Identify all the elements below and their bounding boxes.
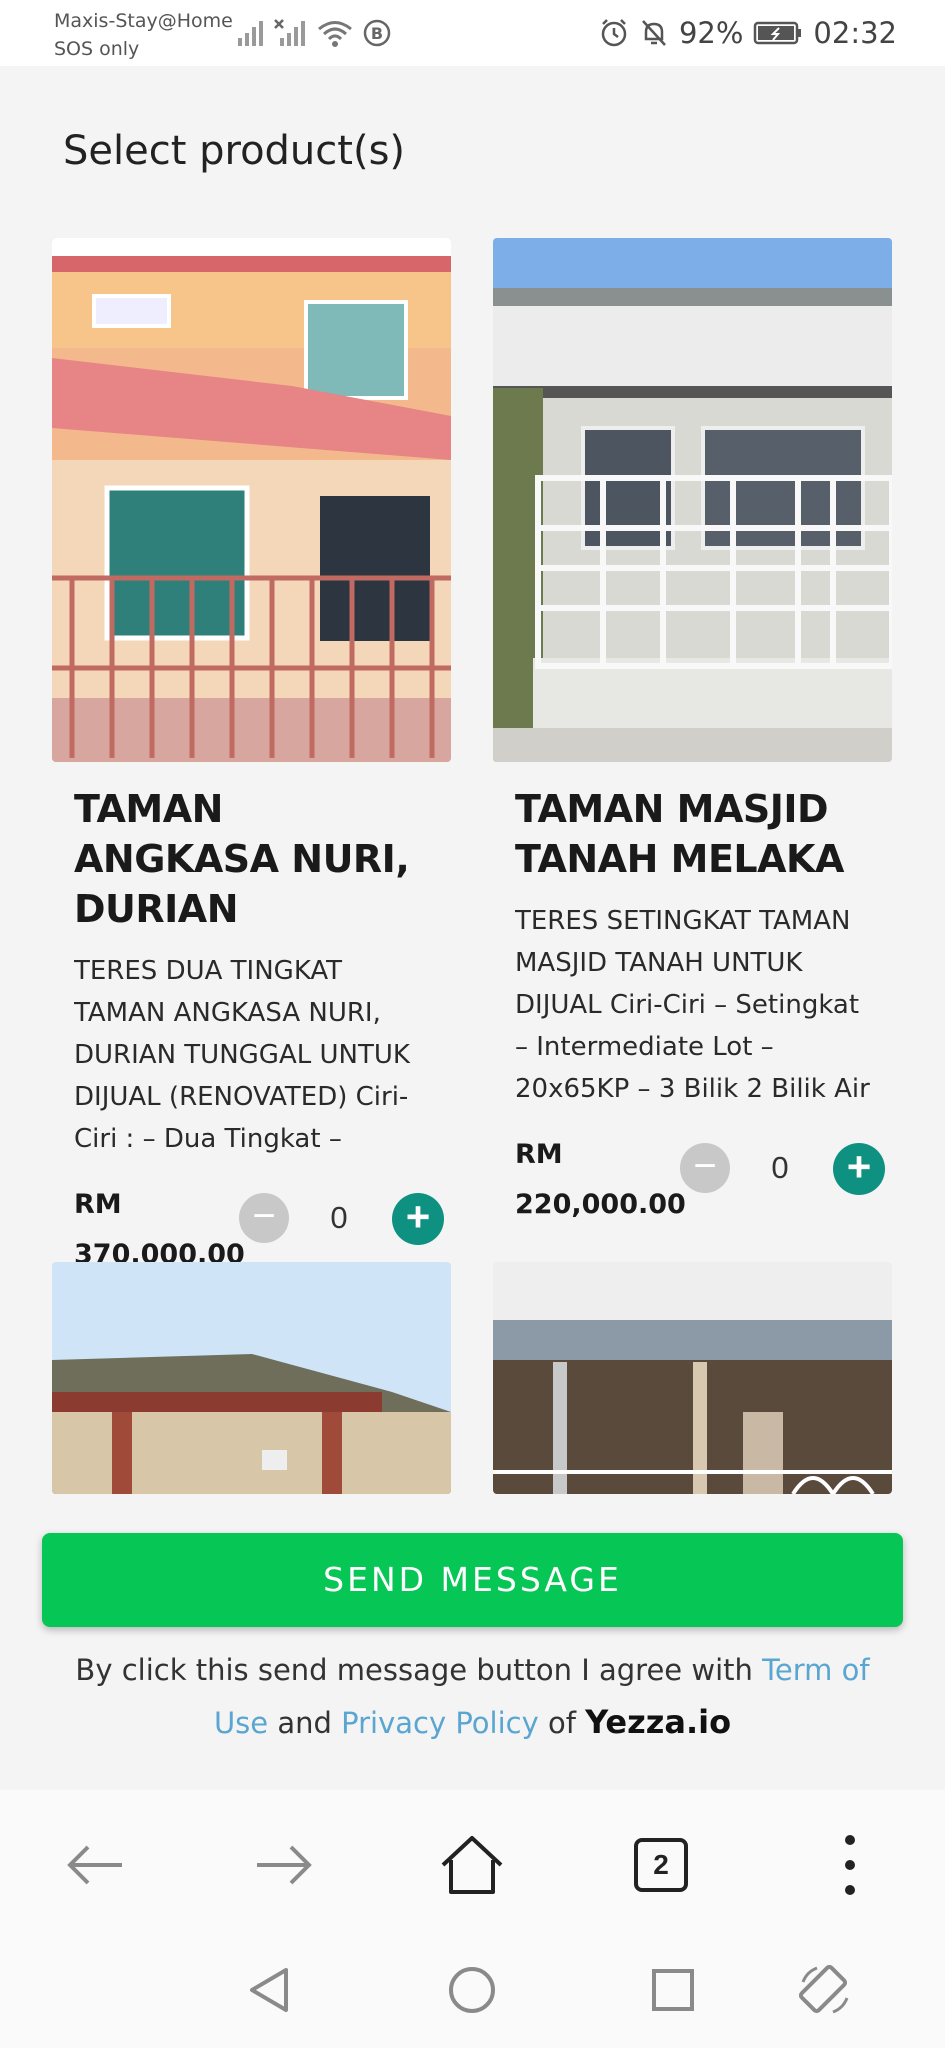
product-card[interactable]: TAMAN ANGKASA NURI, DURIAN TERES DUA TIN… — [52, 238, 451, 1270]
home-icon[interactable] — [437, 1830, 507, 1900]
carrier-status: SOS only — [54, 38, 140, 60]
rotate-icon[interactable] — [795, 1960, 855, 2020]
more-vert-icon[interactable] — [815, 1830, 885, 1900]
product-image[interactable] — [493, 238, 892, 762]
product-price: RM 220,000.00 — [515, 1130, 686, 1230]
nav-home-icon[interactable] — [442, 1960, 502, 2020]
system-navigation-bar — [0, 1938, 945, 2048]
main-content[interactable]: Select product(s) TAMAN ANGKASA NURI, DU… — [0, 66, 945, 1790]
carrier-info: Maxis-Stay@Home SOS only — [54, 7, 233, 63]
send-message-button[interactable]: SEND MESSAGE — [42, 1533, 903, 1627]
product-card[interactable]: TAMAN MASJID TANAH MELAKA TERES SETINGKA… — [493, 238, 892, 1220]
page-title: Select product(s) — [63, 128, 406, 174]
nav-back-icon[interactable] — [240, 1960, 300, 2020]
product-image[interactable] — [52, 238, 451, 762]
browser-toolbar: 2 — [0, 1790, 945, 1938]
quantity-value: 0 — [771, 1150, 789, 1185]
tab-count: 2 — [653, 1849, 669, 1880]
product-name[interactable]: TAMAN MASJID TANAH MELAKA — [515, 784, 870, 884]
bluetooth-b-icon: B — [363, 19, 391, 47]
consent-and: and — [268, 1706, 342, 1740]
carrier-name: Maxis-Stay@Home — [54, 10, 233, 32]
price-currency: RM — [515, 1139, 563, 1170]
battery-percent: 92% — [678, 16, 744, 50]
brand-name: Yezza.io — [585, 1703, 732, 1741]
quantity-decrease-button[interactable]: − — [239, 1193, 289, 1243]
consent-text: By click this send message button I agre… — [50, 1644, 895, 1749]
price-value: 220,000.00 — [515, 1189, 686, 1220]
quantity-increase-button[interactable]: + — [392, 1193, 444, 1245]
wifi-icon — [318, 21, 352, 47]
tabs-button[interactable]: 2 — [626, 1830, 696, 1900]
consent-prefix: By click this send message button I agre… — [75, 1653, 763, 1687]
signal-no-sim-icon — [274, 19, 305, 46]
status-bar: Maxis-Stay@Home SOS only B 92% 02:32 — [0, 0, 945, 66]
quantity-increase-button[interactable]: + — [833, 1143, 885, 1195]
consent-of: of — [538, 1706, 586, 1740]
signal-icons: B — [236, 16, 392, 50]
nav-recents-icon[interactable] — [643, 1960, 703, 2020]
forward-arrow-icon[interactable] — [249, 1830, 319, 1900]
svg-text:B: B — [371, 24, 383, 43]
quantity-value: 0 — [330, 1200, 348, 1235]
mute-icon — [642, 20, 666, 46]
product-name[interactable]: TAMAN ANGKASA NURI, DURIAN — [74, 784, 429, 934]
alarm-icon — [601, 19, 627, 47]
back-arrow-icon[interactable] — [60, 1830, 130, 1900]
product-description: TERES DUA TINGKAT TAMAN ANGKASA NURI, DU… — [74, 956, 410, 1154]
clock: 02:32 — [813, 16, 897, 50]
product-description: TERES SETINGKAT TAMAN MASJID TANAH UNTUK… — [515, 906, 870, 1104]
battery-icon — [754, 21, 802, 45]
status-right: 92% 02:32 — [599, 14, 897, 52]
price-row: RM 220,000.00 − 0 + — [515, 1120, 885, 1220]
privacy-policy-link[interactable]: Privacy Policy — [341, 1706, 539, 1740]
quantity-decrease-button[interactable]: − — [680, 1143, 730, 1193]
product-image[interactable] — [52, 1262, 451, 1494]
price-row: RM 370,000.00 − 0 + — [74, 1170, 444, 1270]
price-currency: RM — [74, 1189, 122, 1220]
signal-icon — [238, 21, 263, 46]
product-image[interactable] — [493, 1262, 892, 1494]
